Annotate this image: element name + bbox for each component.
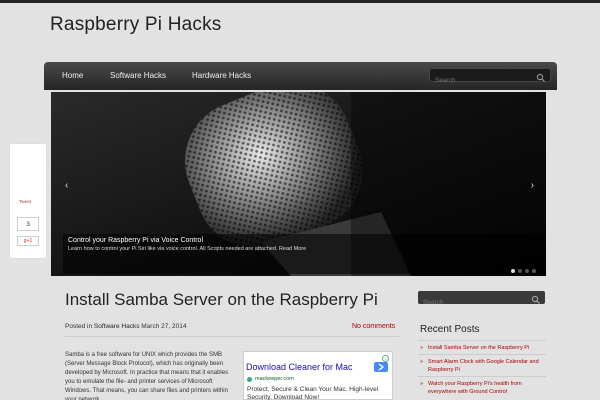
post-title[interactable]: Install Samba Server on the Raspberry Pi (65, 290, 378, 310)
divider (65, 336, 399, 337)
nav-item-software-hacks[interactable]: Software Hacks (110, 71, 166, 80)
post-meta-prefix: Posted in (65, 323, 93, 330)
slider-dot[interactable] (518, 269, 522, 273)
nav-item-hardware-hacks[interactable]: Hardware Hacks (192, 71, 251, 80)
tweet-button[interactable]: Tweet (19, 199, 31, 204)
recent-post-link[interactable]: Install Samba Server on the Raspberry Pi (418, 340, 546, 354)
post-meta: Posted in Software Hacks March 27, 2014 (65, 323, 186, 330)
recent-posts-heading: Recent Posts (420, 324, 480, 335)
recent-posts-list: Install Samba Server on the Raspberry Pi… (418, 340, 546, 398)
ad-title-link[interactable]: Download Cleaner for Mac (246, 362, 353, 372)
social-share-bar: Tweet 3 g+1 (9, 143, 47, 259)
search-icon[interactable] (531, 292, 541, 310)
top-strip (0, 0, 600, 3)
share-count: 3 (17, 217, 39, 231)
slide-caption: Control your Raspberry Pi via Voice Cont… (63, 234, 546, 274)
chevron-right-icon[interactable]: › (531, 180, 534, 191)
recent-post-link[interactable]: Smart Alarm Clock with Google Calendar a… (418, 354, 546, 376)
ad-text: Protect, Secure & Clean Your Mac. High-l… (247, 386, 379, 400)
slider-pagination (508, 260, 536, 276)
comments-link[interactable]: No comments (352, 323, 395, 330)
slider-dot[interactable] (511, 269, 515, 273)
nav-search-box (429, 68, 551, 87)
ad-domain-icon (247, 377, 252, 382)
slider-dot[interactable] (532, 269, 536, 273)
search-icon[interactable] (536, 70, 546, 88)
nav-search-input[interactable] (430, 74, 530, 87)
slide-caption-text: Learn how to control your Pi Siri like v… (68, 246, 307, 252)
featured-slider[interactable]: ‹ › Control your Raspberry Pi via Voice … (51, 92, 546, 276)
google-plus-button[interactable]: g+1 (17, 236, 39, 246)
sidebar-search-box (418, 291, 545, 309)
site-title[interactable]: Raspberry Pi Hacks (50, 14, 221, 36)
slide-caption-title[interactable]: Control your Raspberry Pi via Voice Cont… (68, 237, 541, 244)
post-category-link[interactable]: Software Hacks (94, 323, 140, 330)
sidebar-search-input[interactable] (418, 296, 518, 309)
ad-info-icon[interactable]: i (382, 355, 389, 362)
slider-dot[interactable] (525, 269, 529, 273)
ad-box[interactable]: i Download Cleaner for Mac mackeeper.com… (243, 351, 393, 400)
nav-item-home[interactable]: Home (62, 71, 83, 80)
ad-arrow-icon[interactable] (374, 362, 388, 372)
ad-domain[interactable]: mackeeper.com (255, 376, 294, 382)
recent-post-link[interactable]: Watch your Raspberry Pi's health from ev… (418, 376, 546, 398)
main-navbar: Home Software Hacks Hardware Hacks (44, 62, 557, 90)
chevron-left-icon[interactable]: ‹ (65, 180, 68, 191)
post-body: Samba is a free software for UNIX which … (65, 352, 229, 400)
post-date: March 27, 2014 (141, 323, 187, 330)
